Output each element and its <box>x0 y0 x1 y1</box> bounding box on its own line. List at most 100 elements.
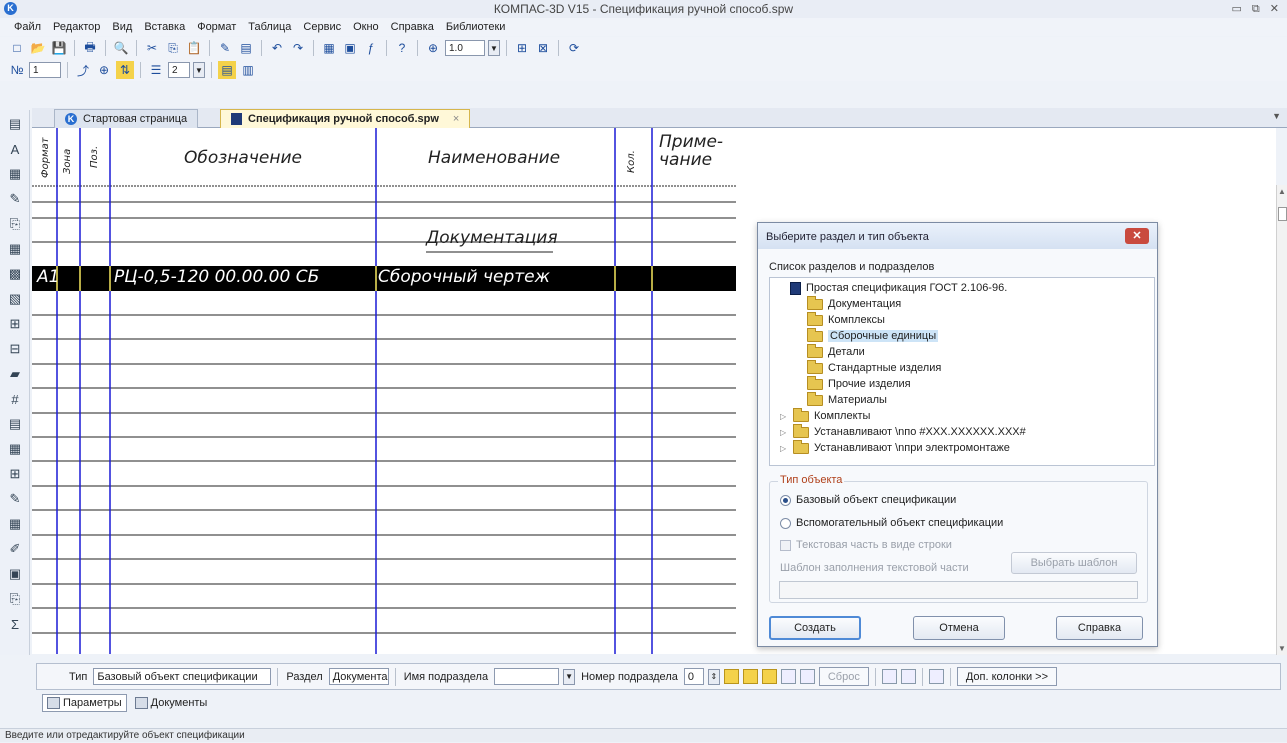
radio-button[interactable] <box>780 517 791 529</box>
tab-start-page[interactable]: K Стартовая страница <box>54 109 199 128</box>
template-field[interactable] <box>779 581 1138 599</box>
cell-name[interactable]: Сборочный чертеж <box>378 267 550 287</box>
chevron-down-icon[interactable]: ▼ <box>193 62 205 78</box>
function-icon[interactable]: ƒ <box>362 39 380 57</box>
doc-icon[interactable]: ▧ <box>4 289 26 309</box>
chevron-down-icon[interactable]: ▼ <box>1272 111 1281 121</box>
spec-icon[interactable]: ▤ <box>4 114 26 134</box>
normal-mode-icon[interactable]: ▤ <box>218 61 236 79</box>
tree-root[interactable]: Простая спецификация ГОСТ 2.106-96. <box>790 280 1007 296</box>
header-icon[interactable] <box>881 669 897 684</box>
expand-arrow-icon[interactable]: ▷ <box>780 444 788 453</box>
merge-icon[interactable]: ▦ <box>4 439 26 459</box>
undo-icon[interactable]: ↶ <box>268 39 286 57</box>
section-tree[interactable]: Простая спецификация ГОСТ 2.106-96. Доку… <box>769 277 1155 466</box>
cancel-button[interactable]: Отмена <box>913 616 1005 640</box>
vertical-scrollbar[interactable]: ▲ ▼ <box>1276 185 1287 655</box>
subsection-name-field[interactable] <box>494 668 560 685</box>
chevron-down-icon[interactable]: ▼ <box>563 668 576 685</box>
copy-object-icon[interactable]: ⎘ <box>4 214 26 234</box>
scroll-down-icon[interactable]: ▼ <box>1278 644 1286 653</box>
grid-icon[interactable]: ▩ <box>4 264 26 284</box>
menu-table[interactable]: Таблица <box>242 21 297 33</box>
layout-icon[interactable]: ▦ <box>4 514 26 534</box>
edit-icon[interactable]: ✎ <box>4 189 26 209</box>
extra-columns-button[interactable]: Доп. колонки >> <box>956 667 1058 686</box>
tree-item-materials[interactable]: Материалы <box>794 391 887 408</box>
text-as-row-checkbox[interactable]: Текстовая часть в виде строки <box>780 539 952 551</box>
radio-aux-object[interactable]: Вспомогательный объект спецификации <box>780 517 1003 529</box>
restore-icon[interactable]: ⧉ <box>1252 0 1260 18</box>
page-number-icon[interactable]: № <box>8 61 26 79</box>
minimize-icon[interactable]: ▭ <box>1232 0 1242 18</box>
lines-icon[interactable]: ☰ <box>147 61 165 79</box>
radio-base-object[interactable]: Базовый объект спецификации <box>780 494 956 506</box>
insert-row-icon[interactable] <box>723 669 739 684</box>
cut-icon[interactable]: ✂ <box>143 39 161 57</box>
close-icon[interactable]: ✕ <box>1125 228 1149 244</box>
tab-parameters[interactable]: Параметры <box>42 694 127 712</box>
sum-icon[interactable]: Σ <box>4 614 26 634</box>
tree-item-kits[interactable]: ▷ Комплекты <box>780 407 870 424</box>
library-icon[interactable]: ▣ <box>341 39 359 57</box>
type-field[interactable]: Базовый объект спецификации <box>93 668 272 685</box>
new-document-icon[interactable]: □ <box>8 39 26 57</box>
menu-help[interactable]: Справка <box>385 21 440 33</box>
numbering-icon[interactable]: # <box>4 389 26 409</box>
close-icon[interactable]: × <box>453 113 459 125</box>
tree-item-assembly-units[interactable]: Сборочные единицы <box>794 327 939 344</box>
tree-item-documentation[interactable]: Документация <box>794 295 901 312</box>
table-icon[interactable]: ▦ <box>4 239 26 259</box>
zoom-window-icon[interactable]: ⊞ <box>513 39 531 57</box>
choose-template-button[interactable]: Выбрать шаблон <box>1011 552 1137 574</box>
zoom-icon[interactable]: ⊕ <box>424 39 442 57</box>
scroll-up-icon[interactable]: ▲ <box>1278 187 1286 196</box>
menu-file[interactable]: Файл <box>8 21 47 33</box>
radio-button[interactable] <box>780 494 791 506</box>
close-icon[interactable]: ✕ <box>1270 0 1279 18</box>
redo-icon[interactable]: ↷ <box>289 39 307 57</box>
tab-documents[interactable]: Документы <box>131 695 212 711</box>
renumber-icon[interactable] <box>780 669 796 684</box>
zoom-all-icon[interactable]: ⊠ <box>534 39 552 57</box>
tree-item-other-products[interactable]: Прочие изделия <box>794 375 911 392</box>
tree-item-complexes[interactable]: Комплексы <box>794 311 885 328</box>
text-icon[interactable]: A <box>4 139 26 159</box>
copy-icon[interactable]: ⎘ <box>164 39 182 57</box>
menu-edit[interactable]: Редактор <box>47 21 106 33</box>
list-icon[interactable]: ▤ <box>237 39 255 57</box>
page-view-icon[interactable]: ▤ <box>4 414 26 434</box>
preview-icon[interactable]: 🔍 <box>112 39 130 57</box>
tree-item-install-electrical[interactable]: ▷ Устанавливают \nпри электромонтаже <box>780 439 1010 456</box>
manager-icon[interactable]: ▦ <box>320 39 338 57</box>
table-grid-icon[interactable] <box>742 669 758 684</box>
paste-icon[interactable]: 📋 <box>185 39 203 57</box>
spinner-icon[interactable]: ⇕ <box>707 668 720 685</box>
help-pointer-icon[interactable]: ? <box>393 39 411 57</box>
menu-format[interactable]: Формат <box>191 21 242 33</box>
zoom-field[interactable]: 1.0 <box>445 40 485 56</box>
sort-icon[interactable]: ⇅ <box>116 61 134 79</box>
assembly-icon[interactable]: ▣ <box>4 564 26 584</box>
calculator-icon[interactable] <box>900 669 916 684</box>
erase-icon[interactable]: ✐ <box>4 539 26 559</box>
tree-item-install-by[interactable]: ▷ Устанавливают \nпо #XXX.XXXXXX.XXX# <box>780 423 1026 440</box>
section-field[interactable]: Документа <box>328 668 389 685</box>
menu-window[interactable]: Окно <box>347 21 385 33</box>
page-field[interactable]: 1 <box>29 62 61 78</box>
cell-format[interactable]: А1 <box>37 267 59 287</box>
lines-field[interactable]: 2 <box>168 62 190 78</box>
column-icon[interactable] <box>761 669 777 684</box>
properties-icon[interactable]: ✎ <box>216 39 234 57</box>
edit-object-icon[interactable]: ✎ <box>4 489 26 509</box>
position-icon[interactable]: ⊞ <box>4 464 26 484</box>
target-icon[interactable]: ⊕ <box>95 61 113 79</box>
tree-item-standard-products[interactable]: Стандартные изделия <box>794 359 941 376</box>
copy-doc-icon[interactable]: ⎘ <box>4 589 26 609</box>
menu-service[interactable]: Сервис <box>297 21 347 33</box>
save-icon[interactable]: 💾 <box>50 39 68 57</box>
folder-add-icon[interactable]: ▰ <box>4 364 26 384</box>
refresh-icon[interactable]: ⟳ <box>565 39 583 57</box>
edit-icon[interactable] <box>928 669 944 684</box>
help-button[interactable]: Справка <box>1056 616 1143 640</box>
